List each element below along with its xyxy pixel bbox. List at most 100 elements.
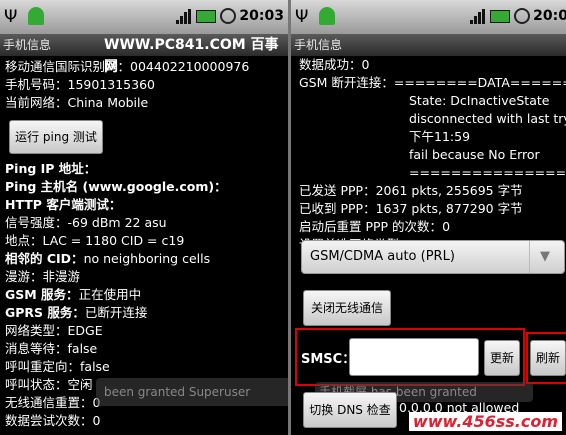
info-value: 0 (361, 57, 370, 72)
title-bar: 手机信息 (291, 34, 566, 56)
info-label: Ping IP 地址： (5, 161, 97, 176)
status-bar: Ψ 20:0 (291, 0, 566, 34)
usb-icon: Ψ (295, 7, 309, 27)
info-value: 已断开连接 (84, 305, 148, 320)
superuser-toast: been granted Superuser (96, 378, 288, 406)
info-row: 当前网络：China Mobile (5, 94, 288, 112)
battery-icon (196, 9, 217, 23)
info-value: 正在使用中 (78, 287, 142, 302)
info-row: 数据尝试次数：0 (5, 412, 288, 430)
info-row: 相邻的 CID：no neighboring cells (5, 250, 288, 268)
info-row: 数据成功：0 (299, 56, 566, 74)
info-row: GSM 断开连接：========DATA======== (299, 74, 566, 92)
info-value: EDGE (67, 323, 103, 338)
title-bar: 手机信息 WWW.PC841.COM 百事网 (0, 34, 288, 75)
alarm-icon (514, 8, 531, 24)
info-row: 漫游：非漫游 (5, 268, 288, 286)
info-row: 信号强度：-69 dBm 22 asu (5, 214, 288, 232)
status-time: 20:03 (239, 8, 284, 24)
signal-icon (470, 9, 486, 24)
info-label: GPRS 服务： (5, 305, 85, 320)
info-row: 网络类型：EDGE (5, 322, 288, 340)
info-label: 呼叫重定向： (5, 359, 81, 374)
battery-icon (490, 9, 511, 23)
info-value: 15901315360 (67, 77, 155, 92)
ping-test-button[interactable]: 运行 ping 测试 (9, 120, 103, 154)
info-label: 消息等待： (5, 341, 68, 356)
info-value: ========DATA======== (393, 75, 566, 90)
info-label: 地点： (5, 233, 43, 248)
info-row: HTTP 客户端测试： (5, 196, 288, 214)
info-row: 呼叫重定向：false (5, 358, 288, 376)
info-label: 启动后重置 PPP 的次数： (299, 219, 443, 234)
gsm-detail-line: 下午11:59 (409, 129, 471, 144)
refresh-button[interactable]: 刷新 (530, 340, 566, 376)
info-label: 呼叫状态： (5, 377, 68, 392)
info-list: 移动通信国际识别码：004402210000976 手机号码：1590131536… (5, 58, 288, 430)
info-value: -69 dBm 22 asu (67, 215, 167, 230)
info-row: GSM 服务：正在使用中 (5, 286, 288, 304)
network-type-value: GSM/CDMA auto (PRL) (310, 249, 455, 264)
info-label: 相邻的 CID： (5, 251, 84, 266)
info-label: 已发送 PPP： (299, 183, 376, 198)
info-row: GPRS 服务：已断开连接 (5, 304, 288, 322)
info-label: 漫游： (5, 269, 43, 284)
site-watermark: www.456ss.com (408, 412, 562, 431)
info-value: 非漫游 (42, 269, 81, 284)
status-time: 20:0 (533, 8, 566, 24)
info-value: 1637 pkts, 877290 字节 (375, 201, 523, 216)
info-label: 数据成功： (299, 57, 362, 72)
info-value: false (80, 359, 110, 374)
info-label: GSM 服务： (5, 287, 79, 302)
dns-check-button[interactable]: 切换 DNS 检查 (303, 392, 397, 428)
toggle-radio-button[interactable]: 关闭无线通信 (303, 290, 391, 326)
info-row: 消息等待：false (5, 340, 288, 358)
smsc-input[interactable] (349, 338, 479, 376)
info-label: HTTP 客户端测试： (5, 197, 122, 212)
info-label: 手机号码： (5, 77, 68, 92)
android-icon (28, 7, 44, 25)
usb-icon: Ψ (4, 7, 18, 27)
info-value: LAC = 1180 CID = c19 (42, 233, 185, 248)
gsm-detail-line: State: DcInactiveState (409, 93, 550, 108)
left-screen: Ψ 20:03 手机信息 WWW.PC841.COM 百事网 移动通信国际识别码… (0, 0, 288, 435)
info-row: 启动后重置 PPP 的次数：0 (299, 218, 566, 236)
gsm-detail-line: disconnected with last try at (409, 111, 566, 126)
status-bar: Ψ 20:03 (0, 0, 288, 34)
android-icon (319, 7, 335, 25)
info-row: 已发送 PPP：2061 pkts, 255695 字节 (299, 182, 566, 200)
info-label: 当前网络： (5, 95, 68, 110)
info-label: 已收到 PPP： (299, 201, 376, 216)
info-row: 手机号码：15901315360 (5, 76, 288, 94)
info-list: 数据成功：0GSM 断开连接：========DATA======== Stat… (299, 56, 566, 254)
update-button[interactable]: 更新 (484, 340, 520, 376)
info-value: 2061 pkts, 255695 字节 (375, 183, 523, 198)
page-title: 手机信息 (3, 38, 52, 52)
info-label: 移动通信国际识别码： (5, 59, 131, 74)
network-type-spinner[interactable]: GSM/CDMA auto (PRL) ▼ (301, 240, 565, 274)
gsm-detail-line: ==================== (409, 165, 566, 180)
gsm-detail-line: fail because No Error (409, 147, 540, 162)
chevron-down-icon: ▼ (529, 241, 560, 273)
info-label: 信号强度： (5, 215, 68, 230)
info-row: 移动通信国际识别码：004402210000976 (5, 58, 288, 76)
info-value: 0 (92, 413, 101, 428)
info-value: China Mobile (67, 95, 149, 110)
right-screen: Ψ 20:0 手机信息 数据成功：0 GSM 断开连接：========DATA=… (291, 0, 566, 435)
info-value: 004402210000976 (130, 59, 250, 74)
info-row: 地点：LAC = 1180 CID = c19 (5, 232, 288, 250)
gsm-detail: State: DcInactiveState disconnected with … (299, 92, 566, 182)
page-title: 手机信息 (294, 38, 343, 52)
info-label: GSM 断开连接： (299, 75, 394, 90)
info-row: 已收到 PPP：1637 pkts, 877290 字节 (299, 200, 566, 218)
info-value: false (67, 341, 98, 356)
info-label: 网络类型： (5, 323, 68, 338)
info-label: Ping 主机名 (www.google.com)： (5, 179, 227, 194)
info-value: no neighboring cells (83, 251, 211, 266)
info-row: Ping 主机名 (www.google.com)： (5, 178, 288, 196)
info-value: 0 (442, 219, 451, 234)
info-label: 数据尝试次数： (5, 413, 93, 428)
smsc-label: SMSC： (301, 352, 356, 367)
alarm-icon (220, 8, 237, 24)
info-label: 无线通信重置： (5, 395, 93, 410)
